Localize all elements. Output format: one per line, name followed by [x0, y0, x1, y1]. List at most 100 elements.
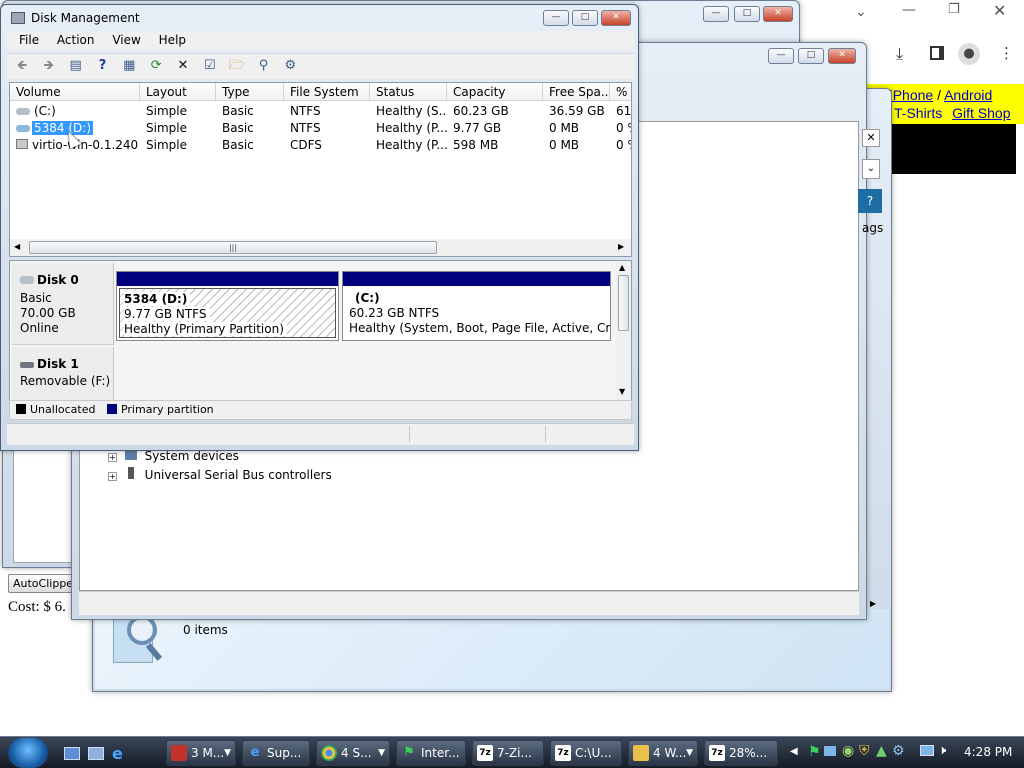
ie-quicklaunch-icon[interactable]: e — [112, 744, 123, 763]
volume-row[interactable]: (C:) Simple Basic NTFS Healthy (S... 60.… — [10, 103, 631, 120]
forward-arrow-icon[interactable]: 🡺 — [40, 57, 58, 75]
dropdown-icon[interactable]: ⌄ — [862, 159, 880, 179]
ad-link-gift-shop[interactable]: Gift Shop — [952, 105, 1010, 121]
ad-link-tshirts[interactable]: T-Shirts — [894, 105, 942, 121]
close-icon[interactable]: ✕ — [862, 129, 880, 147]
network-tray-icon[interactable] — [824, 746, 836, 756]
sidebar-icon[interactable] — [930, 46, 944, 60]
scroll-right-icon[interactable]: ▶ — [870, 599, 876, 608]
type-cell: Basic — [222, 104, 254, 118]
maximize-button[interactable]: □ — [734, 6, 760, 22]
more-menu-icon[interactable]: ⋮ — [999, 44, 1014, 62]
menu-action[interactable]: Action — [57, 33, 95, 47]
volume-row-selected[interactable]: 5384 (D:) Simple Basic NTFS Healthy (P..… — [10, 120, 631, 137]
column-capacity[interactable]: Capacity — [447, 83, 543, 101]
delete-icon[interactable]: ✕ — [174, 57, 192, 75]
flag-tray-icon[interactable]: ⚑ — [808, 744, 821, 760]
close-icon[interactable]: ✕ — [993, 1, 1006, 20]
volume-row[interactable]: virtio-win-0.1.240 ... Simple Basic CDFS… — [10, 137, 631, 154]
disk1-label[interactable]: Disk 1 Removable (F:) — [12, 347, 114, 402]
scroll-right-icon[interactable]: ▶ — [618, 242, 624, 251]
ad-link-android[interactable]: Android — [944, 87, 992, 103]
disk-map-scrollbar[interactable]: ▲ ▼ — [616, 261, 631, 402]
help-icon[interactable]: ? — [93, 57, 111, 75]
check-icon[interactable]: ☑ — [201, 57, 219, 75]
taskbar-item-6[interactable]: 7z C:\U... — [550, 740, 622, 766]
properties-pane-icon[interactable]: ▦ — [120, 57, 138, 75]
taskbar-item-3[interactable]: 4 S... ▼ — [316, 740, 390, 766]
restore-icon[interactable]: ❐ — [948, 2, 960, 17]
search-icon[interactable]: ⚲ — [254, 57, 272, 75]
shield-tray-icon[interactable]: ⛨ — [859, 743, 870, 759]
items-count: 0 items — [183, 623, 228, 637]
taskbar-item-1[interactable]: 3 M... ▼ — [166, 740, 236, 766]
column-layout[interactable]: Layout — [140, 83, 216, 101]
menu-help[interactable]: Help — [159, 33, 186, 47]
clock[interactable]: 4:28 PM — [964, 745, 1012, 759]
maximize-button[interactable]: □ — [798, 48, 824, 64]
taskbar-item-5[interactable]: 7z 7-Zi... — [472, 740, 544, 766]
scroll-down-icon[interactable]: ▼ — [619, 387, 625, 396]
minimize-button[interactable]: — — [768, 48, 794, 64]
menu-bar: File Action View Help — [7, 31, 634, 51]
autoclipper-button[interactable]: AutoClipper — [8, 574, 74, 593]
drive-icon — [16, 108, 30, 115]
update-tray-icon[interactable]: ▲ — [876, 743, 887, 759]
partition-d[interactable]: 5384 (D:) 9.77 GB NTFS Healthy (Primary … — [116, 271, 339, 341]
menu-view[interactable]: View — [112, 33, 140, 47]
close-button[interactable]: ✕ — [763, 6, 793, 22]
tray-expand-icon[interactable]: ◀ — [790, 746, 798, 757]
back-arrow-icon[interactable]: 🡸 — [13, 57, 31, 75]
minimize-icon[interactable]: — — [902, 2, 916, 18]
taskbar-item-8[interactable]: 7z 28%... — [704, 740, 778, 766]
settings-tray-icon[interactable]: ⚙ — [892, 743, 905, 759]
show-desktop-icon[interactable] — [64, 747, 80, 760]
cd-drive-icon — [16, 139, 28, 149]
start-orb[interactable] — [8, 738, 48, 768]
chrome-icon — [321, 745, 337, 761]
scroll-thumb[interactable] — [618, 275, 629, 331]
ad-link-iphone[interactable]: iPhone — [890, 87, 934, 103]
download-icon[interactable]: ⤓ — [896, 44, 903, 64]
menu-file[interactable]: File — [19, 33, 39, 47]
maximize-button[interactable]: □ — [572, 10, 598, 26]
scroll-left-icon[interactable]: ◀ — [14, 242, 20, 251]
volume-mute-icon[interactable]: 🕨 — [938, 743, 946, 758]
taskbar-item-7[interactable]: 4 W... ▼ — [628, 740, 698, 766]
column-file-system[interactable]: File System — [284, 83, 370, 101]
console-tree-icon[interactable]: ▤ — [67, 57, 85, 75]
switch-windows-icon[interactable] — [88, 747, 104, 760]
tree-item-system-devices[interactable]: + System devices — [108, 449, 239, 463]
open-folder-icon[interactable]: 🗁 — [228, 57, 246, 75]
column-free-space[interactable]: Free Spa... — [543, 83, 610, 101]
legend: Unallocated Primary partition — [9, 400, 632, 420]
monitor-tray-icon[interactable] — [920, 745, 934, 756]
scroll-thumb[interactable]: ||| — [29, 241, 437, 254]
minimize-button[interactable]: — — [543, 10, 569, 26]
expand-icon[interactable]: + — [108, 453, 117, 462]
disk0-label[interactable]: Disk 0 Basic 70.00 GB Online — [12, 263, 114, 345]
column-status[interactable]: Status — [370, 83, 447, 101]
column-volume[interactable]: Volume — [10, 83, 140, 101]
refresh-icon[interactable]: ⟳ — [147, 57, 165, 75]
minimize-button[interactable]: — — [703, 6, 729, 22]
avatar-icon[interactable]: ● — [958, 43, 980, 65]
horizontal-scrollbar[interactable]: ◀ ||| ▶ — [10, 239, 631, 256]
chevron-down-icon[interactable]: ⌄ — [855, 4, 867, 20]
column-percent-free[interactable]: % F — [610, 83, 631, 101]
close-button[interactable]: ✕ — [601, 10, 631, 26]
taskbar-item-2[interactable]: e Sup... — [242, 740, 310, 766]
taskbar-item-4[interactable]: ⚑ Inter... — [396, 740, 466, 766]
settings-icon[interactable]: ⚙ — [281, 57, 299, 75]
column-type[interactable]: Type — [216, 83, 284, 101]
help-icon[interactable]: ? — [858, 189, 882, 213]
scroll-up-icon[interactable]: ▲ — [619, 263, 625, 272]
app-tray-icon[interactable]: ◉ — [842, 743, 854, 759]
partition-c[interactable]: (C:) 60.23 GB NTFS Healthy (System, Boot… — [342, 271, 611, 341]
close-button[interactable]: ✕ — [828, 48, 856, 64]
expand-icon[interactable]: + — [108, 472, 117, 481]
7zip-icon: 7z — [555, 745, 571, 761]
free-cell: 0 MB — [549, 121, 580, 135]
tree-item-usb-controllers[interactable]: + Universal Serial Bus controllers — [108, 467, 332, 482]
tree-label: Universal Serial Bus controllers — [144, 468, 332, 482]
